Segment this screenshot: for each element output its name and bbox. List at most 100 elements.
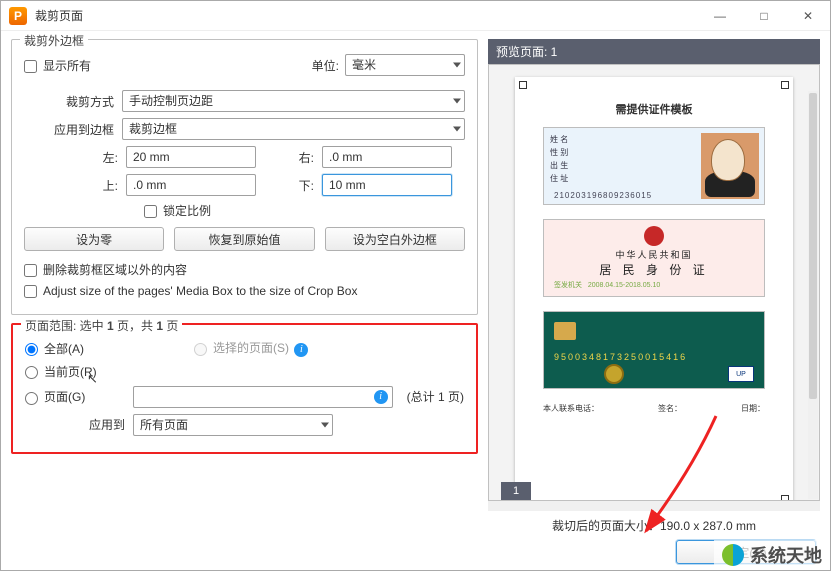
preview-bank-number: 9500348173250015416 [554, 352, 687, 362]
range-title-2: 页，共 [114, 319, 157, 333]
apply-to-label: 应用到 [25, 416, 125, 433]
range-all-radio-row[interactable]: 全部(A) [25, 340, 84, 357]
preview-scrollbar-vertical[interactable] [808, 91, 818, 499]
app-icon: P [9, 7, 27, 25]
blank-margin-button[interactable]: 设为空白外边框 [325, 227, 465, 251]
preview-card-bank: 9500348173250015416 UP [543, 311, 765, 389]
crop-handle-tl[interactable] [519, 81, 527, 89]
adjust-media-checkbox-row[interactable]: Adjust size of the pages' Media Box to t… [24, 284, 357, 298]
close-button[interactable]: ✕ [786, 1, 830, 31]
range-title-sel: 1 [107, 319, 114, 333]
top-margin-value: .0 mm [133, 178, 166, 192]
chevron-down-icon [321, 422, 329, 427]
preview-cn-line1: 中华人民共和国 [615, 248, 692, 261]
remove-outside-label: 删除裁剪框区域以外的内容 [43, 263, 187, 277]
preview-page[interactable]: 需提供证件模板 姓 名性 别出 生住 址 210203196809236015 … [515, 77, 793, 501]
preview-frame: 需提供证件模板 姓 名性 别出 生住 址 210203196809236015 … [488, 64, 820, 501]
reset-button[interactable]: 恢复到原始值 [174, 227, 314, 251]
lock-ratio-label: 锁定比例 [163, 204, 211, 218]
scrollbar-thumb[interactable] [809, 93, 817, 399]
crop-size-info: 裁切后的页面大小：190.0 x 287.0 mm [488, 517, 820, 534]
chevron-down-icon [453, 99, 461, 104]
minimize-icon: — [714, 9, 726, 23]
preview-doc-title: 需提供证件模板 [543, 101, 765, 117]
set-zero-label: 设为零 [76, 231, 112, 248]
page-range-group: 页面范围: 选中 1 页，共 1 页 全部(A) 选择的页面(S) i 当前页(… [11, 323, 478, 454]
range-selected-radio-row: 选择的页面(S) i [194, 339, 308, 357]
unit-value: 毫米 [352, 58, 376, 72]
preview-page-number[interactable]: 1 [501, 482, 531, 500]
apply-border-value: 裁剪边框 [129, 122, 177, 136]
watermark: 系统天地 [714, 540, 830, 570]
show-all-label: 显示所有 [43, 59, 91, 73]
show-all-checkbox[interactable] [24, 60, 37, 73]
lock-ratio-checkbox-row[interactable]: 锁定比例 [144, 202, 211, 219]
left-margin-input[interactable]: 20 mm [126, 146, 256, 168]
range-title-3: 页 [163, 319, 178, 333]
sig-sign: 签名： [658, 403, 682, 414]
range-all-label: 全部(A) [44, 342, 84, 356]
range-title-1: 页面范围: 选中 [25, 319, 107, 333]
chevron-down-icon [453, 63, 461, 68]
sig-contact: 本人联系电话： [543, 403, 599, 414]
chevron-down-icon [453, 127, 461, 132]
right-margin-input[interactable]: .0 mm [322, 146, 452, 168]
range-selected-label: 选择的页面(S) [213, 341, 289, 355]
preview-header: 预览页面: 1 [488, 39, 820, 64]
remove-outside-checkbox[interactable] [24, 264, 37, 277]
preview-cn-line2: 居 民 身 份 证 [599, 261, 708, 278]
info-icon[interactable]: i [374, 390, 388, 404]
bottom-margin-value: 10 mm [329, 178, 366, 192]
adjust-media-checkbox[interactable] [24, 285, 37, 298]
range-current-radio-row[interactable]: 当前页(R) [25, 363, 97, 380]
right-margin-label: 右: [274, 149, 314, 166]
maximize-button[interactable]: □ [742, 1, 786, 31]
crop-handle-tr[interactable] [781, 81, 789, 89]
apply-to-value: 所有页面 [140, 418, 188, 432]
watermark-text: 系统天地 [750, 542, 822, 568]
range-current-radio[interactable] [25, 366, 38, 379]
crop-method-label: 裁剪方式 [24, 93, 114, 110]
lock-ratio-checkbox[interactable] [144, 205, 157, 218]
adjust-media-label: Adjust size of the pages' Media Box to t… [43, 284, 357, 298]
left-margin-value: 20 mm [133, 150, 170, 164]
portrait-icon [701, 133, 759, 199]
minimize-button[interactable]: — [698, 1, 742, 31]
show-all-checkbox-row[interactable]: 显示所有 [24, 57, 91, 74]
range-pages-radio-row[interactable]: 页面(G) [25, 388, 125, 405]
range-pages-radio[interactable] [25, 392, 38, 405]
crop-handle-br[interactable] [781, 495, 789, 501]
maximize-icon: □ [760, 9, 767, 23]
range-pages-input[interactable]: i [133, 386, 393, 408]
crop-margin-group: 裁剪外边框 显示所有 单位: 毫米 裁剪方式 手动控制页边距 应用到边框 裁剪边… [11, 39, 478, 315]
left-margin-label: 左: [78, 149, 118, 166]
window-title: 裁剪页面 [35, 7, 83, 24]
chip-icon [554, 322, 576, 340]
top-margin-input[interactable]: .0 mm [126, 174, 256, 196]
blank-margin-label: 设为空白外边框 [353, 231, 437, 248]
close-icon: ✕ [803, 9, 813, 23]
coin-icon [604, 364, 624, 384]
preview-id-number: 210203196809236015 [554, 191, 652, 200]
preview-card-id-back: 中华人民共和国 居 民 身 份 证 签发机关 2008.04.15-2018.0… [543, 219, 765, 297]
emblem-icon [644, 226, 664, 246]
unit-select[interactable]: 毫米 [345, 54, 465, 76]
bottom-margin-label: 下: [274, 177, 314, 194]
unionpay-icon: UP [728, 366, 754, 382]
crop-margin-title: 裁剪外边框 [20, 32, 88, 49]
apply-border-select[interactable]: 裁剪边框 [122, 118, 465, 140]
set-zero-button[interactable]: 设为零 [24, 227, 164, 251]
range-selected-radio [194, 343, 207, 356]
bottom-margin-input[interactable]: 10 mm [322, 174, 452, 196]
info-icon[interactable]: i [294, 343, 308, 357]
range-all-radio[interactable] [25, 343, 38, 356]
crop-method-select[interactable]: 手动控制页边距 [122, 90, 465, 112]
range-pages-total: (总计 1 页) [407, 388, 464, 405]
preview-scrollbar-horizontal[interactable] [488, 501, 820, 511]
apply-to-select[interactable]: 所有页面 [133, 414, 333, 436]
right-margin-value: .0 mm [329, 150, 362, 164]
apply-border-label: 应用到边框 [24, 121, 114, 138]
preview-card-id-front: 姓 名性 别出 生住 址 210203196809236015 [543, 127, 765, 205]
remove-outside-checkbox-row[interactable]: 删除裁剪框区域以外的内容 [24, 261, 187, 278]
range-pages-label: 页面(G) [44, 390, 85, 404]
